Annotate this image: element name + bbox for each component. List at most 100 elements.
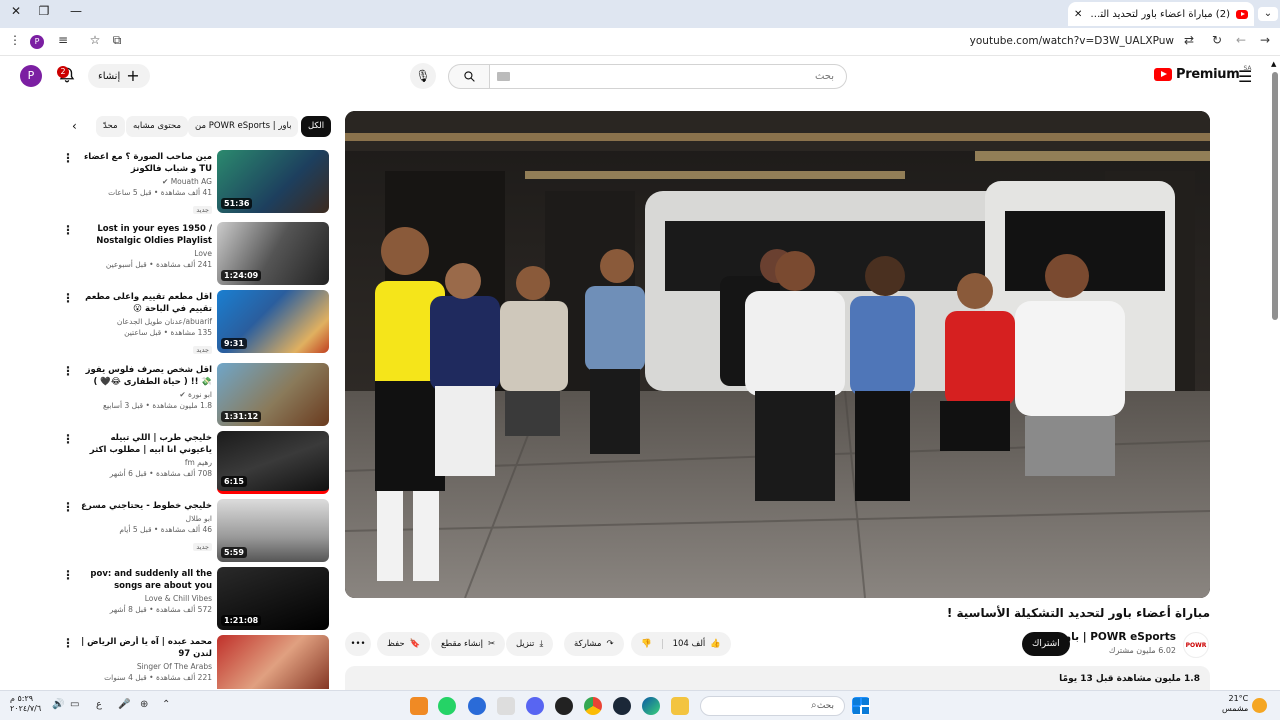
keyboard-icon[interactable] bbox=[497, 72, 510, 81]
voice-search-icon[interactable]: 🎙 bbox=[410, 63, 436, 89]
weather-widget[interactable]: 21°C مشمس bbox=[1222, 694, 1248, 714]
related-video[interactable]: 6:15 خليجي طرب | اللي تبيله ياعيوني انا … bbox=[60, 431, 332, 495]
guide-menu-icon[interactable]: ☰ bbox=[1238, 67, 1252, 86]
video-thumbnail[interactable]: 1:21:08 bbox=[217, 567, 329, 630]
related-video[interactable]: 1:31:12 اقل شخص يصرف فلوس يفوز 💸 !! ( حي… bbox=[60, 363, 332, 427]
scrollbar-thumb[interactable] bbox=[1272, 72, 1278, 320]
steam-icon[interactable] bbox=[613, 697, 631, 715]
taskbar-search[interactable]: بحث ⌕ bbox=[700, 696, 845, 716]
more-actions-icon[interactable]: ⋮ bbox=[62, 501, 74, 513]
bookmark-star-icon[interactable]: ☆ bbox=[86, 33, 104, 47]
search-button[interactable] bbox=[448, 64, 490, 89]
more-actions-icon[interactable]: ⋮ bbox=[62, 365, 74, 377]
close-window-icon[interactable]: ✕ bbox=[6, 4, 26, 18]
video-channel[interactable]: abuarif/عدنان طويل الجدعان bbox=[78, 317, 212, 326]
video-player[interactable] bbox=[345, 111, 1210, 598]
whatsapp-icon[interactable] bbox=[438, 697, 456, 715]
app-icon-grey[interactable] bbox=[497, 697, 515, 715]
video-channel[interactable]: Singer Of The Arabs bbox=[78, 662, 212, 671]
video-channel[interactable]: Mouath AG ✔ bbox=[78, 177, 212, 186]
reading-list-icon[interactable]: ≡ bbox=[54, 33, 72, 47]
network-icon[interactable]: ⊕ bbox=[140, 699, 148, 710]
video-channel[interactable]: ابو نورة ✔ bbox=[78, 390, 212, 399]
windows-start-icon[interactable] bbox=[852, 697, 870, 715]
youtube-premium-logo[interactable]: Premium SA bbox=[1154, 65, 1252, 82]
reload-icon[interactable]: ↻ bbox=[1208, 33, 1226, 47]
like-button[interactable]: 104 ألف 👍 bbox=[663, 639, 731, 649]
video-title[interactable]: اقل شخص يصرف فلوس يفوز 💸 !! ( حياة الطفا… bbox=[78, 364, 212, 388]
more-actions-button[interactable]: ••• bbox=[345, 632, 371, 656]
video-thumbnail[interactable]: 6:15 bbox=[217, 431, 329, 494]
video-title[interactable]: اقل مطعم تقييم واعلى مطعم تقييم في الباح… bbox=[78, 291, 212, 315]
video-thumbnail[interactable]: 51:36 bbox=[217, 150, 329, 213]
minimize-window-icon[interactable]: — bbox=[66, 4, 86, 18]
related-video[interactable]: 9:31 اقل مطعم تقييم واعلى مطعم تقييم في … bbox=[60, 290, 332, 354]
related-video[interactable]: محمد عبده | آه يا أرض الرياض | لندن 97 S… bbox=[60, 635, 332, 689]
browser-tab[interactable]: (2) مباراة أعضاء باور لتحديد التشك ✕ bbox=[1068, 2, 1254, 26]
more-actions-icon[interactable]: ⋮ bbox=[62, 292, 74, 304]
forward-icon[interactable]: ← bbox=[1232, 33, 1250, 47]
video-title[interactable]: pov: and suddenly all the songs are abou… bbox=[78, 568, 212, 592]
chip-from-channel[interactable]: من POWR eSports | باور bbox=[188, 116, 299, 137]
related-video[interactable]: 1:24:09 Lost in your eyes 1950 / Nostalg… bbox=[60, 222, 332, 286]
video-thumbnail[interactable]: 9:31 bbox=[217, 290, 329, 353]
share-button[interactable]: مشاركة ↷ bbox=[564, 632, 624, 656]
tab-search-icon[interactable]: ⌄ bbox=[1258, 7, 1278, 21]
share-page-icon[interactable]: ⧉ bbox=[108, 33, 126, 48]
system-clock[interactable]: ٥:٢٩ م ٢٠٢٤/٧/٦ bbox=[10, 694, 41, 714]
discord-icon[interactable] bbox=[526, 697, 544, 715]
file-explorer-icon[interactable] bbox=[671, 697, 689, 715]
video-title[interactable]: خليجي خطوط - يحتاجني مسرع bbox=[78, 500, 212, 512]
chevron-left-icon[interactable]: ‹ bbox=[72, 119, 77, 133]
search-input[interactable] bbox=[489, 64, 847, 89]
display-icon[interactable]: ▭ bbox=[70, 699, 79, 710]
microphone-icon[interactable]: 🎤 bbox=[118, 699, 130, 710]
related-video[interactable]: 51:36 مين صاحب الصورة ؟ مع اعضاء TU و شب… bbox=[60, 150, 332, 214]
save-button[interactable]: حفظ 🔖 bbox=[377, 632, 431, 656]
channel-name[interactable]: POWR eSports | باور bbox=[1059, 631, 1176, 643]
browser-profile-avatar[interactable]: P bbox=[30, 35, 44, 49]
more-actions-icon[interactable]: ⋮ bbox=[62, 152, 74, 164]
video-title[interactable]: Lost in your eyes 1950 / Nostalgic Oldie… bbox=[78, 223, 212, 247]
back-icon[interactable]: → bbox=[1256, 33, 1274, 47]
video-thumbnail[interactable]: 5:59 bbox=[217, 499, 329, 562]
video-title[interactable]: محمد عبده | آه يا أرض الرياض | لندن 97 bbox=[78, 636, 212, 660]
video-thumbnail[interactable]: 1:24:09 bbox=[217, 222, 329, 285]
browser-menu-icon[interactable]: ⋮ bbox=[6, 33, 24, 47]
more-actions-icon[interactable]: ⋮ bbox=[62, 569, 74, 581]
scroll-up-icon[interactable]: ▲ bbox=[1271, 60, 1276, 68]
video-title[interactable]: مين صاحب الصورة ؟ مع اعضاء TU و شباب فال… bbox=[78, 151, 212, 175]
input-language[interactable]: ع bbox=[96, 699, 102, 710]
video-channel[interactable]: ابو طلال bbox=[78, 514, 212, 523]
steelseries-icon[interactable] bbox=[555, 697, 573, 715]
more-actions-icon[interactable]: ⋮ bbox=[62, 433, 74, 445]
related-video[interactable]: 5:59 خليجي خطوط - يحتاجني مسرع ابو طلال … bbox=[60, 499, 332, 563]
app-icon-orange[interactable] bbox=[410, 697, 428, 715]
chip-similar[interactable]: محتوى مشابه bbox=[126, 116, 188, 137]
video-title[interactable]: خليجي طرب | اللي تبيله ياعيوني انا ابيه … bbox=[78, 432, 212, 456]
video-channel[interactable]: رهيم fm bbox=[78, 458, 212, 467]
more-actions-icon[interactable]: ⋮ bbox=[62, 637, 74, 649]
clip-button[interactable]: إنشاء مقطع ✂ bbox=[431, 632, 506, 656]
video-channel[interactable]: Love bbox=[78, 249, 212, 258]
dislike-icon[interactable]: 👎 bbox=[631, 639, 663, 649]
edge-icon[interactable] bbox=[642, 697, 660, 715]
video-channel[interactable]: Love & Chill Vibes bbox=[78, 594, 212, 603]
channel-avatar[interactable]: POWR bbox=[1183, 632, 1209, 658]
create-button[interactable]: إنشاء + bbox=[88, 64, 150, 88]
chrome-icon[interactable] bbox=[584, 697, 602, 715]
tray-overflow-icon[interactable]: ⌃ bbox=[162, 699, 170, 710]
restore-window-icon[interactable]: ❐ bbox=[34, 4, 54, 18]
site-settings-icon[interactable]: ⇄ bbox=[1180, 33, 1198, 47]
video-thumbnail[interactable]: 1:31:12 bbox=[217, 363, 329, 426]
volume-icon[interactable]: 🔊 bbox=[52, 699, 64, 710]
related-video[interactable]: 1:21:08 pov: and suddenly all the songs … bbox=[60, 567, 332, 631]
download-button[interactable]: تنزيل ⤓ bbox=[506, 632, 554, 656]
chip-similar-partial[interactable]: محدّ bbox=[96, 116, 125, 137]
account-avatar[interactable]: P bbox=[20, 65, 42, 87]
headset-app-icon[interactable] bbox=[468, 697, 486, 715]
subscribe-button[interactable]: اشتراك bbox=[1022, 632, 1070, 656]
url-field[interactable]: youtube.com/watch?v=D3W_UALXPuw bbox=[970, 35, 1174, 47]
close-tab-icon[interactable]: ✕ bbox=[1074, 9, 1082, 20]
video-thumbnail[interactable] bbox=[217, 635, 329, 689]
